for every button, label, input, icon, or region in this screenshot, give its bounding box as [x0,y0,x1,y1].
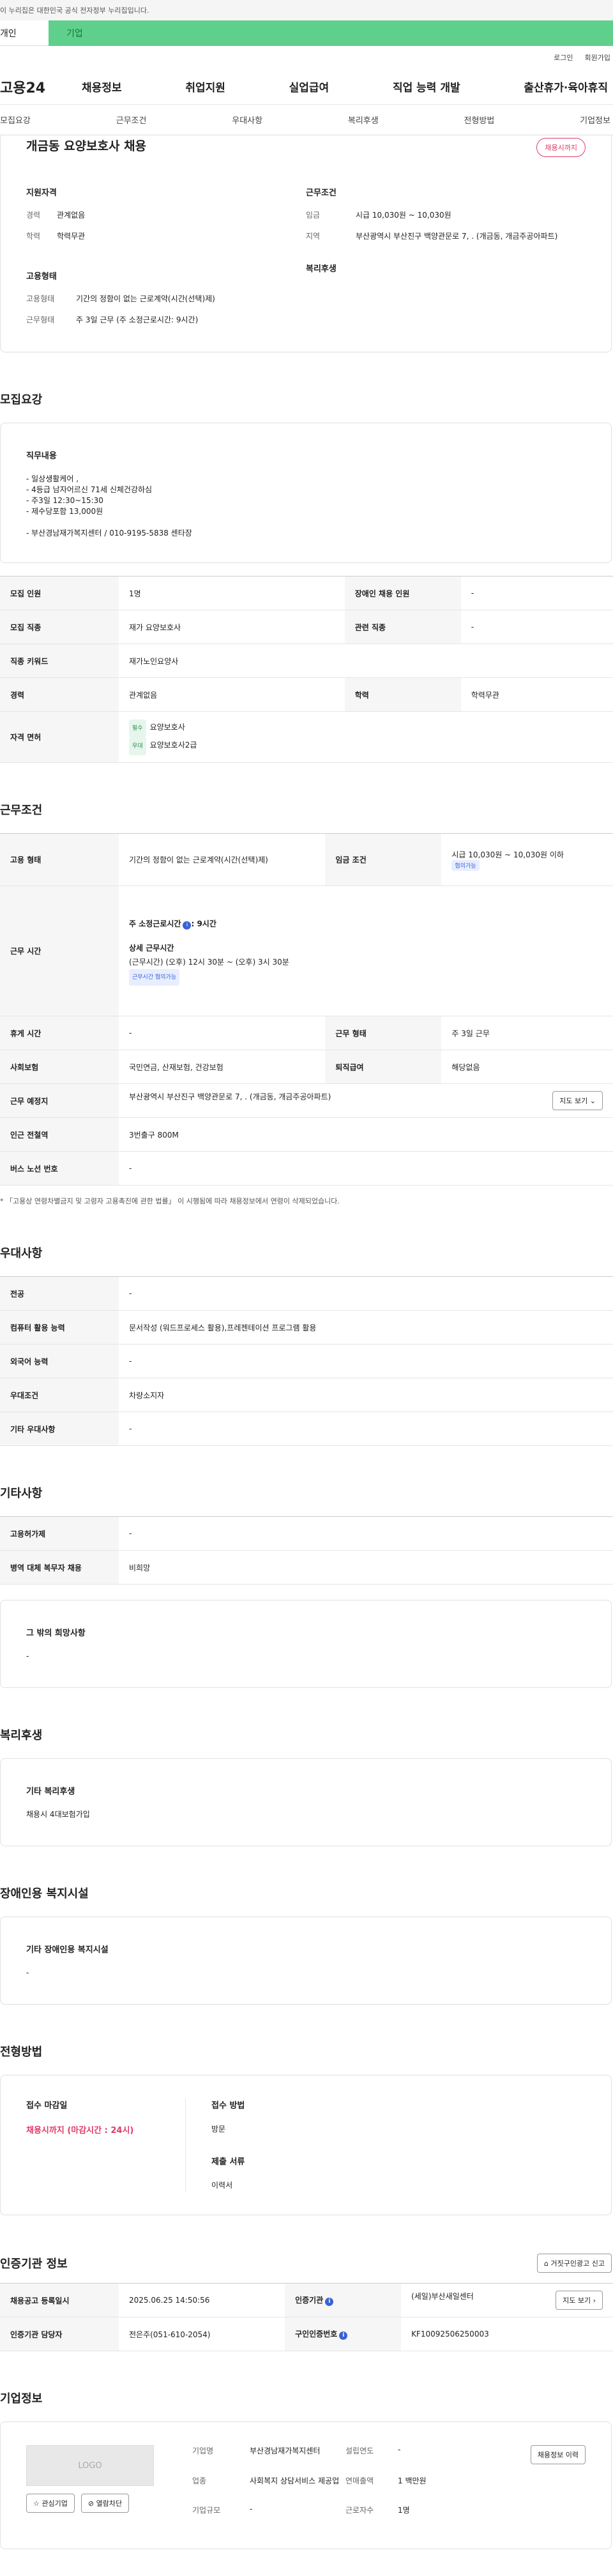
nav-employment-support[interactable]: 취업지원 [185,79,225,94]
home-icon: ⌂ [544,2259,549,2268]
cert-map-button[interactable]: 지도 보기 › [556,2291,603,2310]
block-icon: ⊘ [87,2499,95,2508]
conditions-heading: 근무조건 [306,188,337,198]
job-description: - 일상생활케어 , - 4등급 남자어르신 71세 신체건강하심 - 주3일 … [26,474,192,538]
welfare-section-title: 복리후생 [0,1729,43,1742]
job-history-button[interactable]: 채용정보 이력 [530,2445,586,2464]
map-view-button[interactable]: 지도 보기 ⌄ [552,1091,603,1110]
apply-section-title: 전형방법 [0,2045,43,2059]
signup-link[interactable]: 회원가입 [585,52,610,63]
recruit-section-title: 모집요강 [0,393,43,407]
info-icon[interactable]: i [183,921,192,930]
age-notice: * 「고용상 연령차별금지 및 고령자 고용촉진에 관한 법률」 이 시행됨에 … [0,1197,340,1205]
anchor-welfare[interactable]: 복리후생 [348,114,379,126]
site-logo[interactable]: 고용24 [0,77,82,97]
work-conditions-table: 고용 형태 기간의 정함이 없는 근로계약(시간(선택)제) 임금 조건 시급 10,… [0,833,613,1186]
cert-section-title: 인증기관 정보 [0,2257,68,2271]
company-section-title: 기업정보 [0,2392,43,2406]
qualification-heading: 지원자격 [26,188,57,198]
favorite-company-button[interactable]: ☆ 관심기업 [26,2494,75,2513]
anchor-apply[interactable]: 전형방법 [464,114,495,126]
welfare-box: 기타 복리후생 채용시 4대보험가입 [0,1758,612,1846]
nav-jobs[interactable]: 채용정보 [82,79,122,94]
other-wishes-box: 그 밖의 희망사항 - [0,1600,612,1688]
global-nav: 고용24 채용정보 취업지원 실업급여 직업 능력 개발 출산휴가·육아휴직 [0,69,613,105]
anchor-work[interactable]: 근무조건 [116,114,147,126]
user-type-tabs: 개인 기업 [0,20,613,46]
nav-unemployment[interactable]: 실업급여 [289,79,329,94]
nav-parental-leave[interactable]: 출산휴가·육아휴직 [524,79,608,94]
job-title: 개금동 요양보호사 채용 [26,139,147,153]
tab-personal[interactable]: 개인 [0,20,49,46]
welfare-heading: 복리후생 [306,264,337,274]
anchor-recruit[interactable]: 모집요강 [0,114,31,126]
anchor-pref[interactable]: 우대사항 [232,114,262,126]
preference-table: 전공 - 컴퓨터 활용 능력 문서작성 (워드프로세스 활용),프레젠테이션 프로그… [0,1276,613,1446]
login-link[interactable]: 로그인 [554,52,573,63]
disability-section-title: 장애인용 복지시설 [0,1887,89,1901]
chevron-down-icon: ⌄ [589,1097,596,1105]
report-false-ad-button[interactable]: ⌂ 거짓구인광고 신고 [537,2254,612,2273]
block-view-button[interactable]: ⊘ 열람차단 [80,2494,130,2513]
info-icon[interactable]: i [325,2298,334,2306]
disability-facility-box: 기타 장애인용 복지시설 - [0,1917,612,2005]
deadline-value: 채용시까지 (마감시간 : 24시) [26,2126,134,2135]
chevron-right-icon: › [593,2296,596,2305]
work-section-title: 근무조건 [0,804,43,817]
pref-section-title: 우대사항 [0,1247,43,1260]
nav-training[interactable]: 직업 능력 개발 [393,79,460,94]
section-anchor-nav: 모집요강 근무조건 우대사항 복리후생 전형방법 기업정보 [0,105,613,135]
job-description-box: 직무내용 - 일상생활케어 , - 4등급 남자어르신 71세 신체건강하심 -… [0,423,612,563]
application-box: 접수 마감일 채용시까지 (마감시간 : 24시) 접수 방법 방문 제출 서류… [0,2075,612,2215]
gov-banner: 이 누리집은 대한민국 공식 전자정부 누리집입니다. [0,0,613,20]
utility-links: 로그인 회원가입 [0,46,613,69]
star-icon: ☆ [33,2499,40,2508]
company-info-box: LOGO ☆ 관심기업 ⊘ 열람차단 기업명 부산경남재가복지센터 설립연도 - 업… [0,2422,612,2549]
company-logo: LOGO [26,2445,154,2486]
employment-type-heading: 고용형태 [26,272,57,282]
anchor-company[interactable]: 기업정보 [580,114,610,126]
recruit-table: 모집 인원 1명 장애인 채용 인원 - 모집 직종 재가 요양보호사 관련 직종 - 직종… [0,576,613,763]
etc-table: 고용허가제 - 병역 대체 복무자 채용 비희망 [0,1516,613,1585]
tab-company[interactable]: 기업 [49,20,613,46]
cert-table: 채용공고 등록일시 2025.06.25 14:50:56 인증기관 i (세일)부산새… [0,2283,613,2351]
job-summary: 개금동 요양보호사 채용 채용시까지 지원자격 경력 관계없음 학력 학력무관 고용… [0,135,612,352]
etc-section-title: 기타사항 [0,1487,43,1500]
info-icon[interactable]: i [339,2331,348,2340]
deadline-badge: 채용시까지 [536,138,586,157]
